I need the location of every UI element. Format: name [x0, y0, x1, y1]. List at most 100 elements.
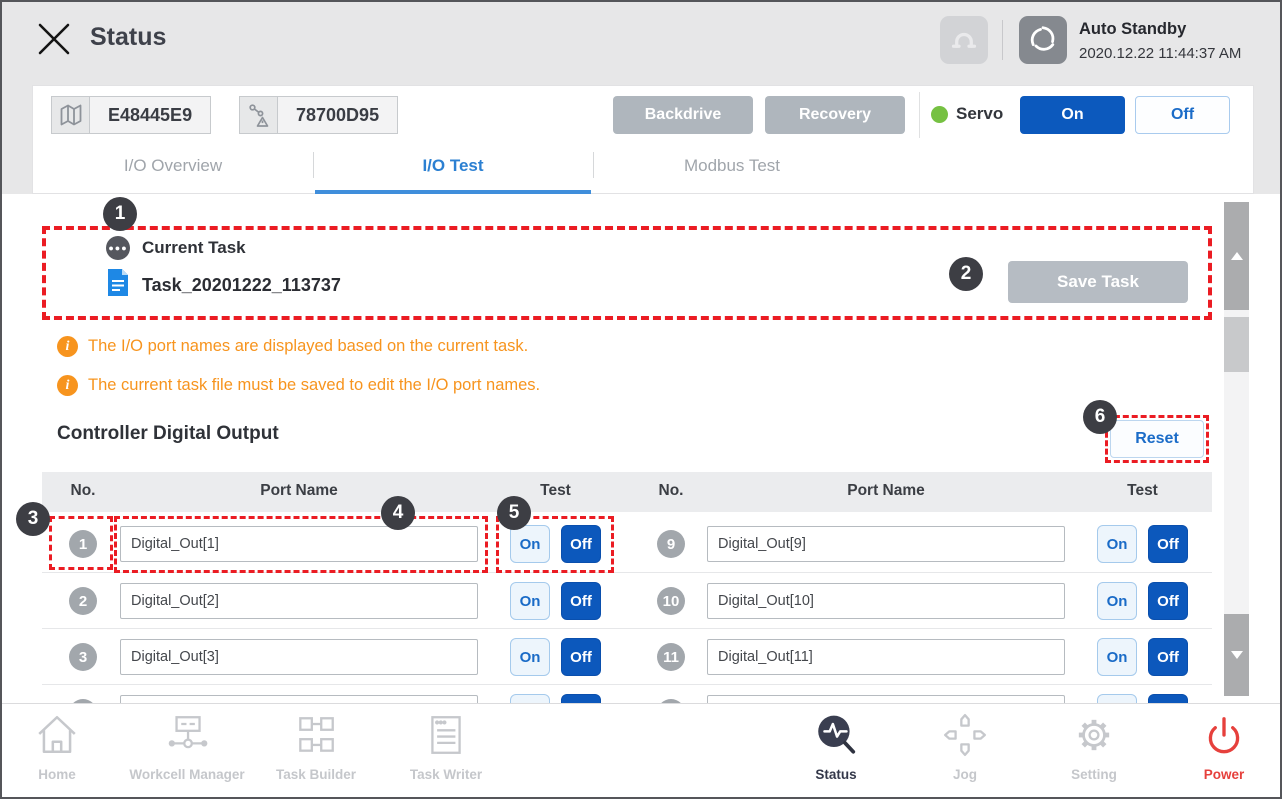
robot-mode-label: Auto Standby — [1079, 20, 1186, 39]
nav-label: Status — [815, 767, 856, 782]
test-off-button[interactable]: Off — [561, 638, 601, 676]
robot-serial-value: E48445E9 — [90, 97, 210, 133]
task-file-icon — [106, 268, 130, 302]
port-name-input[interactable] — [707, 583, 1065, 619]
nav-jog[interactable]: Jog — [925, 712, 1005, 782]
port-name-input[interactable] — [707, 639, 1065, 675]
auto-mode-button[interactable] — [1019, 16, 1067, 64]
notice-text: The I/O port names are displayed based o… — [88, 337, 528, 356]
nav-label: Setting — [1071, 767, 1117, 782]
test-on-button[interactable]: On — [1097, 582, 1137, 620]
scroll-up-button[interactable] — [1224, 202, 1249, 310]
callout-6: 6 — [1083, 400, 1117, 434]
scroll-down-button[interactable] — [1224, 614, 1249, 696]
nav-task-writer[interactable]: Task Writer — [386, 712, 506, 782]
tab-io-overview[interactable]: I/O Overview — [93, 156, 253, 176]
jog-icon — [942, 712, 988, 763]
gear-icon — [1071, 712, 1117, 763]
table-row: 1 On Off 9 On Off — [42, 516, 1212, 572]
test-off-button[interactable]: Off — [561, 525, 601, 563]
nav-home[interactable]: Home — [17, 712, 97, 782]
bottom-nav: Home Workcell Manager — [2, 703, 1280, 797]
table-row: 3 On Off 11 On Off — [42, 628, 1212, 684]
section-title: Controller Digital Output — [57, 423, 279, 445]
test-on-button[interactable]: On — [1097, 525, 1137, 563]
recovery-button[interactable]: Recovery — [765, 96, 905, 134]
io-test-content: ●●● Current Task Task_20201222_113737 Sa… — [2, 194, 1280, 705]
servo-off-button[interactable]: Off — [1135, 96, 1230, 134]
nav-status[interactable]: Status — [776, 712, 896, 782]
manual-icon — [52, 97, 90, 133]
row-number: 9 — [657, 530, 685, 558]
gripper-button[interactable] — [940, 16, 988, 64]
status-icon — [813, 712, 859, 763]
workcell-manager-icon — [164, 712, 210, 763]
callout-5: 5 — [497, 496, 531, 530]
test-on-button[interactable]: On — [510, 582, 550, 620]
row-number: 10 — [657, 587, 685, 615]
triangle-down-icon — [1231, 651, 1243, 659]
current-task-name: Task_20201222_113737 — [142, 275, 341, 296]
test-off-button[interactable]: Off — [561, 582, 601, 620]
nav-setting[interactable]: Setting — [1044, 712, 1144, 782]
save-task-button[interactable]: Save Task — [1008, 261, 1188, 303]
nav-label: Workcell Manager — [129, 767, 244, 782]
callout-1: 1 — [103, 197, 137, 231]
notice-text: The current task file must be saved to e… — [88, 376, 540, 395]
col-header-port-name: Port Name — [120, 482, 478, 500]
callout-4: 4 — [381, 496, 415, 530]
table-row: On Off On Off — [42, 684, 1212, 705]
row-number: 2 — [69, 587, 97, 615]
task-writer-icon — [423, 712, 469, 763]
close-icon[interactable] — [35, 20, 73, 58]
servo-on-button[interactable]: On — [1020, 96, 1125, 134]
callout-3: 3 — [16, 502, 50, 536]
io-table-header: No. Port Name Test No. Port Name Test — [42, 472, 1212, 512]
header: Status Auto Standby — [2, 2, 1280, 194]
row-number: 11 — [657, 643, 685, 671]
col-header-test: Test — [510, 482, 601, 500]
test-off-button[interactable]: Off — [1148, 582, 1188, 620]
power-icon — [1201, 712, 1247, 763]
nav-label: Task Builder — [276, 767, 356, 782]
test-off-button[interactable]: Off — [1148, 638, 1188, 676]
nav-task-builder[interactable]: Task Builder — [256, 712, 376, 782]
status-panel: E48445E9 78700D95 Backd — [32, 85, 1254, 194]
notice-row: i The I/O port names are displayed based… — [57, 336, 528, 357]
port-name-input[interactable] — [120, 583, 478, 619]
port-name-input[interactable] — [120, 526, 478, 562]
test-off-button[interactable]: Off — [1148, 525, 1188, 563]
nav-label: Task Writer — [410, 767, 482, 782]
scrollbar[interactable] — [1224, 202, 1249, 696]
nav-power[interactable]: Power — [1184, 712, 1264, 782]
port-name-input[interactable] — [707, 526, 1065, 562]
servo-divider — [919, 92, 920, 138]
test-on-button[interactable]: On — [510, 525, 550, 563]
datetime-label: 2020.12.22 11:44:37 AM — [1079, 45, 1241, 62]
col-header-test: Test — [1097, 482, 1188, 500]
status-screen: Status Auto Standby — [0, 0, 1282, 799]
scrollbar-thumb[interactable] — [1224, 317, 1249, 372]
header-divider — [1002, 20, 1003, 60]
test-on-button[interactable]: On — [510, 638, 550, 676]
tab-modbus-test[interactable]: Modbus Test — [652, 156, 812, 176]
controller-serial-value: 78700D95 — [278, 97, 397, 133]
swirl-icon — [1023, 19, 1063, 62]
col-header-no: No. — [55, 482, 111, 500]
triangle-up-icon — [1231, 252, 1243, 260]
tab-io-test[interactable]: I/O Test — [373, 156, 533, 176]
test-on-button[interactable]: On — [1097, 638, 1137, 676]
port-name-input[interactable] — [120, 639, 478, 675]
notice-row: i The current task file must be saved to… — [57, 375, 540, 396]
reset-button[interactable]: Reset — [1110, 420, 1204, 458]
backdrive-button[interactable]: Backdrive — [613, 96, 753, 134]
robot-serial-badge: E48445E9 — [51, 96, 211, 134]
nav-workcell-manager[interactable]: Workcell Manager — [107, 712, 267, 782]
nav-label: Power — [1204, 767, 1245, 782]
col-header-port-name: Port Name — [707, 482, 1065, 500]
row-number: 1 — [69, 530, 97, 558]
home-icon — [34, 712, 80, 763]
gripper-icon — [944, 19, 984, 62]
col-header-no: No. — [643, 482, 699, 500]
task-builder-icon — [293, 712, 339, 763]
